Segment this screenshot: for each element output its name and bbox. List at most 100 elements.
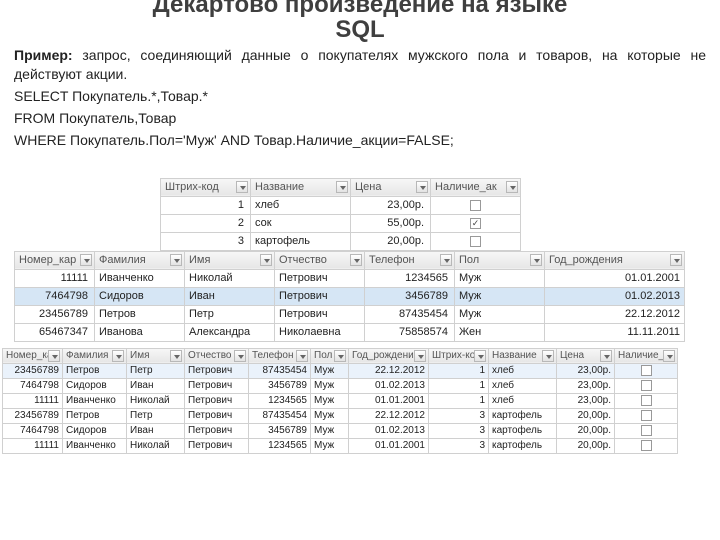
column-header[interactable]: Пол bbox=[455, 251, 545, 269]
dropdown-icon[interactable] bbox=[170, 350, 182, 362]
cell: 11111 bbox=[15, 269, 95, 287]
dropdown-icon[interactable] bbox=[236, 181, 248, 193]
column-header[interactable]: Телефон bbox=[365, 251, 455, 269]
table-row: 65467347ИвановаАлександраНиколаевна75858… bbox=[15, 323, 685, 341]
checkbox-icon[interactable] bbox=[470, 236, 481, 247]
column-header-label: Штрих-код bbox=[165, 181, 219, 193]
column-header[interactable]: Штрих-код bbox=[429, 348, 489, 363]
cell: 1 bbox=[429, 393, 489, 408]
cell: 87435454 bbox=[249, 363, 311, 378]
cell: Сидоров bbox=[63, 423, 127, 438]
dropdown-icon[interactable] bbox=[414, 350, 426, 362]
column-header[interactable]: Штрих-код bbox=[161, 178, 251, 196]
cell: 7464798 bbox=[3, 423, 63, 438]
cell: картофель bbox=[489, 408, 557, 423]
column-header[interactable]: Наличие_ак bbox=[431, 178, 521, 196]
dropdown-icon[interactable] bbox=[80, 254, 92, 266]
dropdown-icon[interactable] bbox=[112, 350, 124, 362]
dropdown-icon[interactable] bbox=[296, 350, 308, 362]
cell: Сидоров bbox=[63, 378, 127, 393]
cell: 01.01.2001 bbox=[545, 269, 685, 287]
dropdown-icon[interactable] bbox=[170, 254, 182, 266]
cell-checkbox bbox=[431, 214, 521, 232]
dropdown-icon[interactable] bbox=[48, 350, 60, 362]
column-header[interactable]: Год_рождения bbox=[545, 251, 685, 269]
table-row: 23456789ПетровПетрПетрович87435454Муж22.… bbox=[15, 305, 685, 323]
cell: 1234565 bbox=[365, 269, 455, 287]
dropdown-icon[interactable] bbox=[234, 350, 246, 362]
title-l2: SQL bbox=[335, 16, 384, 43]
checkbox-icon[interactable] bbox=[641, 365, 652, 376]
cell: сок bbox=[251, 214, 351, 232]
cell-checkbox bbox=[431, 232, 521, 250]
column-header[interactable]: Пол bbox=[311, 348, 349, 363]
dropdown-icon[interactable] bbox=[350, 254, 362, 266]
dropdown-icon[interactable] bbox=[600, 350, 612, 362]
column-header-label: Цена bbox=[355, 181, 381, 193]
checkbox-icon[interactable] bbox=[641, 395, 652, 406]
column-header[interactable]: Номер_кар bbox=[15, 251, 95, 269]
cell: 87435454 bbox=[365, 305, 455, 323]
column-header-label: Год_рождения bbox=[549, 254, 623, 266]
cell: картофель bbox=[251, 232, 351, 250]
cell: 3 bbox=[429, 423, 489, 438]
cell: 55,00р. bbox=[351, 214, 431, 232]
column-header[interactable]: Фамилия bbox=[63, 348, 127, 363]
cell: Петр bbox=[127, 363, 185, 378]
dropdown-icon[interactable] bbox=[474, 350, 486, 362]
column-header[interactable]: Номер_кар bbox=[3, 348, 63, 363]
cell: 22.12.2012 bbox=[349, 363, 429, 378]
dropdown-icon[interactable] bbox=[663, 350, 675, 362]
checkbox-icon[interactable] bbox=[470, 218, 481, 229]
column-header[interactable]: Имя bbox=[127, 348, 185, 363]
cell: хлеб bbox=[489, 363, 557, 378]
cell: Иванченко bbox=[95, 269, 185, 287]
column-header-label: Фамилия bbox=[99, 254, 146, 266]
dropdown-icon[interactable] bbox=[260, 254, 272, 266]
table-goods: Штрих-кодНазваниеЦенаНаличие_ак 1хлеб23,… bbox=[160, 178, 521, 251]
column-header[interactable]: Имя bbox=[185, 251, 275, 269]
table-row: 7464798СидоровИванПетрович3456789Муж01.0… bbox=[3, 378, 678, 393]
column-header[interactable]: Отчество bbox=[275, 251, 365, 269]
checkbox-icon[interactable] bbox=[470, 200, 481, 211]
column-header[interactable]: Цена bbox=[557, 348, 615, 363]
dropdown-icon[interactable] bbox=[506, 181, 518, 193]
column-header[interactable]: Отчество bbox=[185, 348, 249, 363]
checkbox-icon[interactable] bbox=[641, 440, 652, 451]
cell: 3456789 bbox=[249, 378, 311, 393]
checkbox-icon[interactable] bbox=[641, 410, 652, 421]
column-header[interactable]: Год_рождения bbox=[349, 348, 429, 363]
column-header-label: Год_рождения bbox=[352, 350, 419, 361]
cell: Петр bbox=[127, 408, 185, 423]
cell: 20,00р. bbox=[351, 232, 431, 250]
dropdown-icon[interactable] bbox=[530, 254, 542, 266]
dropdown-icon[interactable] bbox=[336, 181, 348, 193]
table-row: 11111ИванченкоНиколайПетрович1234565Муж0… bbox=[15, 269, 685, 287]
column-header[interactable]: Телефон bbox=[249, 348, 311, 363]
column-header[interactable]: Цена bbox=[351, 178, 431, 196]
checkbox-icon[interactable] bbox=[641, 425, 652, 436]
cell: 01.01.2001 bbox=[349, 393, 429, 408]
dropdown-icon[interactable] bbox=[334, 350, 346, 362]
checkbox-icon[interactable] bbox=[641, 380, 652, 391]
column-header[interactable]: Название bbox=[251, 178, 351, 196]
column-header-label: Пол bbox=[459, 254, 479, 266]
cell: Николай bbox=[127, 438, 185, 453]
dropdown-icon[interactable] bbox=[416, 181, 428, 193]
dropdown-icon[interactable] bbox=[440, 254, 452, 266]
intro-label: Пример: bbox=[14, 47, 73, 63]
sql-line-1: SELECT Покупатель.*,Товар.* bbox=[14, 87, 706, 106]
column-header[interactable]: Фамилия bbox=[95, 251, 185, 269]
column-header-label: Наличие_ак bbox=[435, 181, 497, 193]
page-title: Декартово произведение на языке SQL bbox=[0, 0, 720, 42]
column-header[interactable]: Название bbox=[489, 348, 557, 363]
table-row: 2сок55,00р. bbox=[161, 214, 521, 232]
cell: хлеб bbox=[251, 196, 351, 214]
table-result: Номер_карФамилияИмяОтчествоТелефонПолГод… bbox=[2, 348, 678, 454]
column-header[interactable]: Наличие_ак bbox=[615, 348, 678, 363]
cell: 1234565 bbox=[249, 393, 311, 408]
dropdown-icon[interactable] bbox=[542, 350, 554, 362]
dropdown-icon[interactable] bbox=[670, 254, 682, 266]
cell: 01.01.2001 bbox=[349, 438, 429, 453]
cell-checkbox bbox=[431, 196, 521, 214]
